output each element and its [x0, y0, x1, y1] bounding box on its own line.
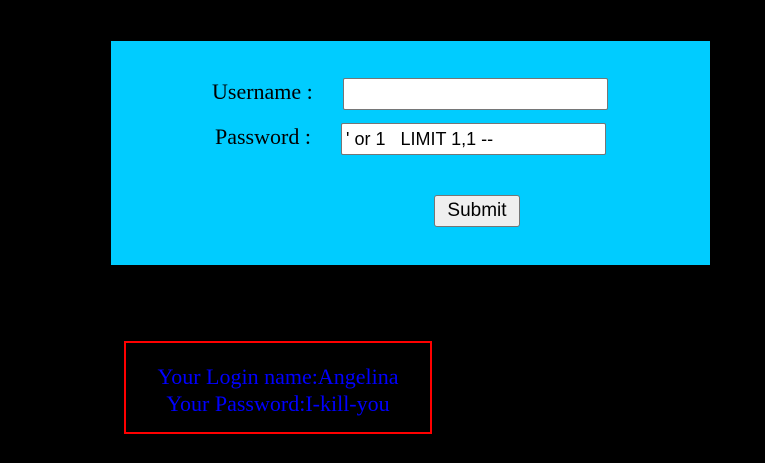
- username-label: Username :: [212, 79, 313, 104]
- password-result: Your Password:I-kill-you: [166, 391, 390, 416]
- login-form-panel: Username : Password : Submit: [111, 41, 710, 265]
- login-name-result: Your Login name:Angelina: [157, 364, 399, 389]
- page: Username : Password : Submit Your Login …: [0, 0, 765, 463]
- username-input[interactable]: [343, 78, 608, 110]
- login-result-box: Your Login name:Angelina Your Password:I…: [124, 341, 432, 434]
- password-label: Password :: [215, 124, 311, 149]
- password-input[interactable]: [341, 123, 606, 155]
- submit-button[interactable]: Submit: [434, 195, 520, 227]
